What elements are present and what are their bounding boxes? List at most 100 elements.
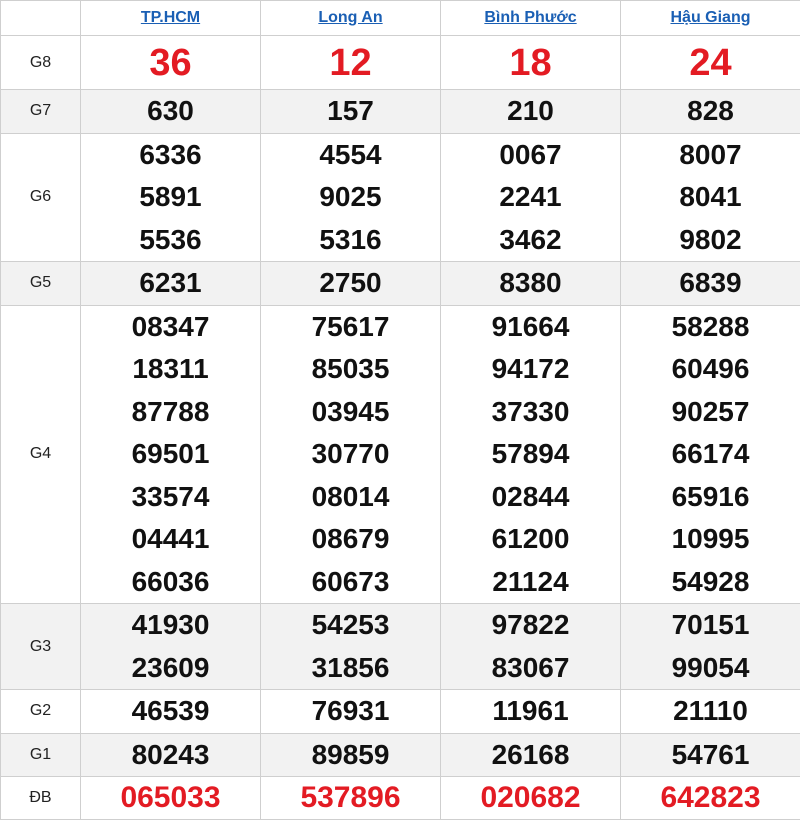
result-cell: 97822 83067: [440, 603, 621, 690]
result-cell: 46539: [80, 689, 261, 734]
result-number: 18311: [132, 353, 209, 384]
prize-label: G1: [0, 732, 81, 777]
result-cell: 41930 23609: [80, 603, 261, 690]
result-cell: 58288 60496 90257 66174 65916 10995 5492…: [620, 304, 800, 604]
result-cell: 6231: [80, 261, 261, 306]
result-number: 91664: [491, 310, 570, 342]
special-prize-number: 020682: [480, 781, 581, 814]
result-cell: 8380: [440, 261, 621, 306]
result-number: 21124: [492, 565, 569, 597]
result-cell: 020682: [440, 776, 621, 820]
result-cell: 0067 2241 3462: [440, 132, 621, 262]
prize-label: G5: [0, 261, 81, 306]
province-link-tp-hcm[interactable]: TP.HCM: [141, 9, 200, 26]
result-number: 60673: [311, 565, 390, 597]
result-number: 46539: [131, 695, 210, 726]
prize-label: G8: [0, 35, 81, 90]
result-number: 61200: [491, 523, 570, 554]
result-number: 75617: [311, 310, 390, 342]
province-link-binh-phuoc[interactable]: Bình Phước: [484, 9, 576, 26]
result-number: 11961: [492, 695, 569, 726]
result-number: 76931: [311, 695, 390, 726]
result-number: 6336: [139, 138, 202, 170]
province-link-hau-giang[interactable]: Hậu Giang: [670, 9, 750, 26]
prize-row-g8: G8 36 12 18 24: [0, 35, 800, 90]
prize-label: G7: [0, 89, 81, 134]
result-cell: 6336 5891 5536: [80, 132, 261, 262]
result-cell: 26168: [440, 732, 621, 777]
result-number: 31856: [311, 651, 390, 683]
result-cell: 54253 31856: [260, 603, 441, 690]
result-cell: 24: [620, 35, 800, 90]
result-number: 12: [329, 41, 372, 84]
prize-label: G3: [0, 603, 81, 690]
result-number: 5316: [319, 223, 382, 255]
result-number: 210: [507, 95, 554, 126]
result-cell: 12: [260, 35, 441, 90]
result-number: 85035: [311, 353, 390, 384]
result-cell: 76931: [260, 689, 441, 734]
result-number: 9025: [319, 181, 382, 212]
result-number: 80243: [131, 738, 210, 770]
result-number: 4554: [319, 138, 382, 170]
result-number: 33574: [131, 480, 210, 512]
province-link-long-an[interactable]: Long An: [318, 9, 382, 26]
result-number: 18: [509, 41, 552, 84]
result-number: 66036: [131, 565, 210, 597]
result-number: 6839: [679, 267, 742, 298]
result-number: 37330: [491, 395, 570, 427]
prize-row-special: ĐB 065033 537896 020682 642823: [0, 776, 800, 820]
prize-label: G4: [0, 304, 81, 604]
special-prize-number: 537896: [300, 781, 401, 814]
result-number: 630: [147, 95, 194, 126]
result-number: 3462: [499, 223, 562, 255]
result-cell: 642823: [620, 776, 800, 820]
result-number: 03945: [311, 395, 390, 427]
result-cell: 630: [80, 89, 261, 134]
result-number: 08679: [311, 523, 390, 554]
prize-label: G2: [0, 689, 81, 734]
result-number: 89859: [311, 738, 390, 770]
prize-row-g3: G3 41930 23609 54253 31856 97822 83067 7…: [0, 603, 800, 690]
result-number: 02844: [491, 480, 570, 512]
result-cell: 21110: [620, 689, 800, 734]
result-number: 94172: [491, 353, 570, 384]
result-number: 2750: [319, 267, 382, 298]
result-number: 8380: [499, 267, 562, 298]
result-cell: 70151 99054: [620, 603, 800, 690]
result-number: 99054: [671, 651, 750, 683]
result-number: 5536: [139, 223, 202, 255]
header-corner-cell: [0, 0, 81, 36]
result-number: 04441: [131, 523, 210, 554]
result-cell: 4554 9025 5316: [260, 132, 441, 262]
result-number: 66174: [671, 438, 750, 469]
special-prize-number: 065033: [120, 781, 221, 814]
prize-row-g6: G6 6336 5891 5536 4554 9025 5316 0067 22…: [0, 132, 800, 262]
result-cell: 80243: [80, 732, 261, 777]
result-number: 21110: [673, 695, 748, 726]
prize-label: G6: [0, 132, 81, 262]
result-cell: 08347 18311 87788 69501 33574 04441 6603…: [80, 304, 261, 604]
result-number: 54761: [671, 738, 750, 770]
result-cell: 89859: [260, 732, 441, 777]
result-number: 10995: [671, 523, 750, 554]
lottery-results-table: TP.HCM Long An Bình Phước Hậu Giang G8 3…: [0, 0, 800, 820]
result-number: 23609: [131, 651, 210, 683]
result-number: 08014: [311, 480, 390, 512]
result-number: 9802: [679, 223, 742, 255]
result-cell: 6839: [620, 261, 800, 306]
result-number: 90257: [671, 395, 750, 427]
result-number: 58288: [671, 310, 750, 342]
province-header-cell: TP.HCM: [80, 0, 261, 36]
result-number: 30770: [311, 438, 390, 469]
result-number: 87788: [131, 395, 210, 427]
prize-row-g5: G5 6231 2750 8380 6839: [0, 261, 800, 306]
prize-label: ĐB: [0, 776, 81, 820]
province-header-row: TP.HCM Long An Bình Phước Hậu Giang: [0, 0, 800, 36]
result-cell: 157: [260, 89, 441, 134]
result-number: 2241: [499, 181, 562, 212]
result-cell: 36: [80, 35, 261, 90]
result-number: 69501: [131, 438, 210, 469]
result-number: 24: [689, 41, 732, 84]
prize-row-g7: G7 630 157 210 828: [0, 89, 800, 134]
